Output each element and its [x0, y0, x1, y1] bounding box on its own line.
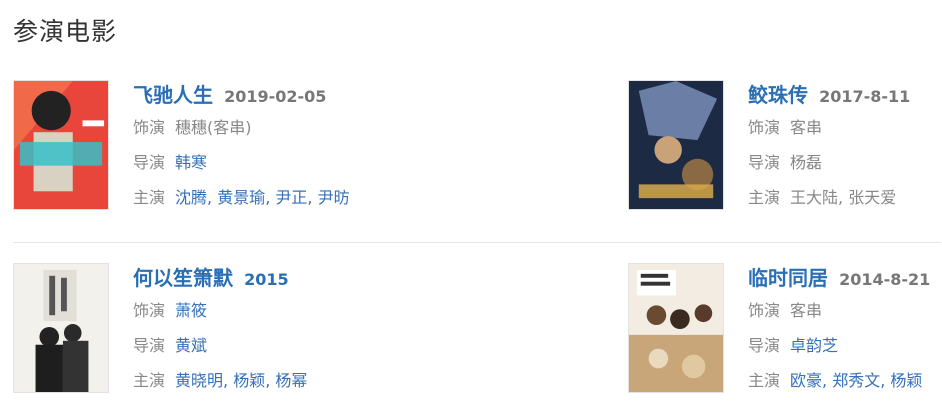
role-row: 饰演 客串: [748, 110, 942, 145]
director-link[interactable]: 黄斌: [175, 336, 207, 355]
director-label: 导演: [133, 153, 166, 172]
cast-member-link[interactable]: 沈腾: [175, 188, 207, 207]
role-value: 客串: [790, 118, 823, 137]
director-row: 导演 杨磊: [748, 145, 942, 180]
cast-row: 主演 王大陆, 张天爱: [748, 188, 897, 207]
cast-member-link[interactable]: 张天爱: [848, 188, 896, 207]
movie-card: 鲛珠传 2017-8-11 饰演 客串 导演 杨磊 主演 王大陆, 张天爱: [628, 80, 942, 220]
role-value: 客串: [790, 301, 823, 320]
role-row: 饰演 客串: [748, 293, 942, 328]
movie-title-link[interactable]: 何以笙箫默: [133, 266, 233, 290]
cast-label: 主演: [748, 188, 781, 207]
director-row: 导演 卓韵芝: [748, 328, 942, 363]
movie-info: 飞驰人生 2019-02-05 饰演 穗穗(客串) 导演 韩寒 主演 沈腾, 黄景瑜,…: [133, 80, 433, 215]
divider: [13, 242, 941, 243]
movie-info: 何以笙箫默 2015 饰演 萧筱 导演 黄斌 主演 黄晓明, 杨颖, 杨幂: [133, 263, 433, 398]
cast-member-link[interactable]: 黄晓明: [175, 371, 223, 390]
director-row: 导演 韩寒: [133, 145, 433, 180]
movie-poster-2[interactable]: [628, 80, 724, 210]
movie-date: 2015: [244, 270, 289, 289]
role-row: 饰演 穗穗(客串): [133, 110, 433, 145]
cast-member-link[interactable]: 郑秀文: [832, 371, 880, 390]
cast-member-link[interactable]: 王大陆: [790, 188, 838, 207]
movie-card: 飞驰人生 2019-02-05 饰演 穗穗(客串) 导演 韩寒 主演 沈腾, 黄景瑜,…: [13, 80, 350, 220]
cast-member-link[interactable]: 杨颖: [890, 371, 922, 390]
movie-card: 何以笙箫默 2015 饰演 萧筱 导演 黄斌 主演 黄晓明, 杨颖, 杨幂: [13, 263, 333, 403]
poster-image: [629, 81, 723, 209]
movie-title-link[interactable]: 临时同居: [748, 266, 828, 290]
movie-title-link[interactable]: 飞驰人生: [133, 83, 213, 107]
director-label: 导演: [748, 153, 781, 172]
movie-title-link[interactable]: 鲛珠传: [748, 83, 808, 107]
cast-row: 主演 沈腾, 黄景瑜, 尹正, 尹昉: [133, 188, 350, 207]
poster-image: [629, 264, 723, 392]
movie-date: 2017-8-11: [819, 87, 911, 106]
cast-label: 主演: [133, 371, 166, 390]
cast-label: 主演: [133, 188, 166, 207]
poster-image: [14, 81, 108, 209]
movie-poster-3[interactable]: [13, 263, 109, 393]
role-value: 穗穗(客串): [175, 118, 252, 137]
movie-info: 临时同居 2014-8-21 饰演 客串 导演 卓韵芝 主演 欧豪, 郑秀文, 杨颖: [748, 263, 942, 398]
role-label: 饰演: [133, 118, 166, 137]
role-row: 饰演 萧筱: [133, 293, 433, 328]
role-value[interactable]: 萧筱: [175, 301, 207, 320]
cast-member-link[interactable]: 尹正: [275, 188, 307, 207]
movie-poster-1[interactable]: [13, 80, 109, 210]
director-label: 导演: [748, 336, 781, 355]
poster-image: [14, 264, 108, 392]
director-link[interactable]: 卓韵芝: [790, 336, 838, 355]
cast-member-link[interactable]: 杨幂: [275, 371, 307, 390]
cast-member-link[interactable]: 尹昉: [318, 188, 350, 207]
cast-row: 主演 欧豪, 郑秀文, 杨颖: [748, 371, 923, 390]
movie-card: 临时同居 2014-8-21 饰演 客串 导演 卓韵芝 主演 欧豪, 郑秀文, 杨颖: [628, 263, 942, 403]
cast-member-link[interactable]: 杨颖: [233, 371, 265, 390]
role-label: 饰演: [748, 118, 781, 137]
director-link[interactable]: 韩寒: [175, 153, 207, 172]
director-label: 导演: [133, 336, 166, 355]
movie-info: 鲛珠传 2017-8-11 饰演 客串 导演 杨磊 主演 王大陆, 张天爱: [748, 80, 942, 215]
role-label: 饰演: [748, 301, 781, 320]
section-title: 参演电影: [13, 17, 118, 46]
director-link[interactable]: 杨磊: [790, 153, 822, 172]
cast-label: 主演: [748, 371, 781, 390]
role-label: 饰演: [133, 301, 166, 320]
cast-member-link[interactable]: 欧豪: [790, 371, 822, 390]
cast-row: 主演 黄晓明, 杨颖, 杨幂: [133, 371, 308, 390]
cast-member-link[interactable]: 黄景瑜: [217, 188, 265, 207]
movie-poster-4[interactable]: [628, 263, 724, 393]
director-row: 导演 黄斌: [133, 328, 433, 363]
movie-date: 2019-02-05: [224, 87, 327, 106]
filmography-page: 参演电影 飞驰人生 2019-02-05 饰演 穗穗(客串) 导演 韩寒 主演 …: [0, 0, 942, 406]
movie-date: 2014-8-21: [839, 270, 931, 289]
